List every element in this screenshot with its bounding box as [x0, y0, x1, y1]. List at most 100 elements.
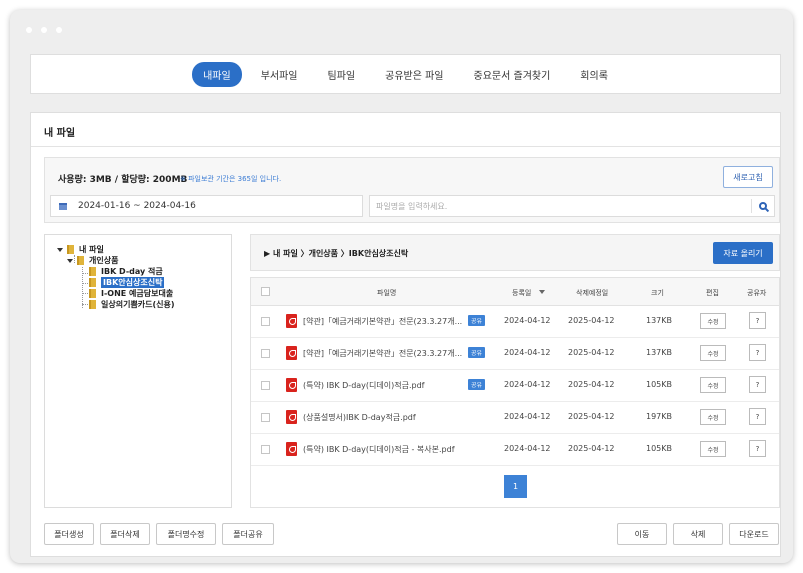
folder-icon: [89, 300, 96, 309]
delete-date: 2025-04-12: [568, 380, 615, 389]
file-name[interactable]: (상품설명서)IBK D-day적금.pdf: [303, 412, 416, 423]
row-checkbox[interactable]: [261, 349, 270, 358]
row-checkbox[interactable]: [261, 317, 270, 326]
file-name[interactable]: (특약) IBK D-day(디데이)적금 - 복사본.pdf: [303, 444, 455, 455]
tab-my-files[interactable]: 내파일: [192, 61, 242, 87]
folder-rename-button[interactable]: 폴더명수정: [156, 523, 216, 545]
column-reg-date[interactable]: 등록일: [512, 288, 531, 298]
usage-text: 사용량: 3MB / 할당량: 200MB: [58, 175, 188, 185]
column-sharer: 공유자: [747, 289, 767, 297]
breadcrumb: ▶ 내 파일 〉개인상품 〉IBK안심상조신탁: [264, 249, 409, 258]
table-row[interactable]: (상품설명서)IBK D-day적금.pdf 2024-04-12 2025-0…: [251, 402, 779, 434]
delete-date: 2025-04-12: [568, 348, 615, 357]
tree-item-deposit-loan[interactable]: I-ONE 예금담보대출: [89, 288, 173, 299]
file-table: 파일명 등록일 삭제예정일 크기 편집 공유자 [약관]「예금거래기본약관」전문…: [250, 277, 780, 508]
tree-label: IBK D-day 적금: [101, 267, 163, 276]
divider: [751, 199, 752, 213]
sharer-button[interactable]: ?: [749, 376, 766, 393]
tree-label: 일상의기쁨카드(신용): [101, 300, 175, 309]
sharer-button[interactable]: ?: [749, 408, 766, 425]
column-edit: 편집: [706, 289, 719, 297]
tab-favorites[interactable]: 중요문서 즐겨찾기: [463, 62, 562, 87]
folder-share-button[interactable]: 폴더공유: [222, 523, 274, 545]
column-filename: 파일명: [377, 289, 397, 297]
tree-connector: [82, 283, 88, 284]
move-button[interactable]: 이동: [617, 523, 667, 545]
tree-item-credit-card[interactable]: 일상의기쁨카드(신용): [89, 299, 175, 310]
tree-item-dday-savings[interactable]: IBK D-day 적금: [89, 266, 163, 277]
pdf-icon: [286, 378, 297, 392]
search-input[interactable]: [376, 201, 736, 211]
date-range-value: 2024-01-16 ~ 2024-04-16: [78, 201, 196, 211]
tab-shared-files[interactable]: 공유받은 파일: [374, 62, 454, 87]
pdf-icon: [286, 346, 297, 360]
select-all-checkbox[interactable]: [261, 287, 270, 296]
tree-label: I-ONE 예금담보대출: [101, 289, 174, 298]
file-size: 197KB: [646, 412, 673, 421]
row-checkbox[interactable]: [261, 381, 270, 390]
tree-root[interactable]: 내 파일: [57, 244, 104, 255]
folder-icon: [89, 278, 96, 287]
tree-item-funeral-trust[interactable]: IBK안심상조신탁: [89, 277, 165, 288]
folder-delete-button[interactable]: 폴더삭제: [100, 523, 150, 545]
table-row[interactable]: [약관]「예금거래기본약관」전문(23.3.27개... 공유 2024-04-…: [251, 338, 779, 370]
search-icon[interactable]: [759, 202, 767, 210]
sharer-button[interactable]: ?: [749, 312, 766, 329]
file-area: ▶ 내 파일 〉개인상품 〉IBK안심상조신탁 자료 올리기 파일명 등록일 삭…: [250, 234, 780, 508]
pdf-icon: [286, 314, 297, 328]
date-range-field[interactable]: 2024-01-16 ~ 2024-04-16: [50, 195, 363, 217]
page-title: 내 파일: [44, 128, 76, 139]
file-size: 105KB: [646, 380, 673, 389]
tab-team-files[interactable]: 팀파일: [317, 62, 367, 87]
edit-button[interactable]: 수정: [700, 377, 726, 393]
tree-item-personal-products[interactable]: 개인상품: [67, 255, 118, 266]
page-button[interactable]: 1: [504, 475, 527, 498]
caret-down-icon[interactable]: [67, 258, 73, 263]
delete-date: 2025-04-12: [568, 316, 615, 325]
table-row[interactable]: [약관]「예금거래기본약관」전문(23.3.27개... 공유 2024-04-…: [251, 306, 779, 338]
column-delete-date: 삭제예정일: [576, 289, 609, 297]
sharer-button[interactable]: ?: [749, 344, 766, 361]
sharer-button[interactable]: ?: [749, 440, 766, 457]
window-dot[interactable]: [26, 27, 32, 33]
folder-create-button[interactable]: 폴더생성: [44, 523, 94, 545]
divider: [31, 146, 780, 147]
sort-down-icon[interactable]: [539, 290, 545, 294]
tab-minutes[interactable]: 회의록: [569, 62, 619, 87]
tree-connector: [82, 293, 88, 294]
refresh-button[interactable]: 새로고침: [723, 166, 773, 188]
tab-department-files[interactable]: 부서파일: [250, 62, 309, 87]
window-dot[interactable]: [56, 27, 62, 33]
tree-connector: [82, 273, 88, 274]
file-name[interactable]: [약관]「예금거래기본약관」전문(23.3.27개...: [303, 348, 462, 359]
table-header: 파일명 등록일 삭제예정일 크기 편집 공유자: [251, 278, 779, 306]
reg-date: 2024-04-12: [504, 316, 551, 325]
edit-button[interactable]: 수정: [700, 313, 726, 329]
row-checkbox[interactable]: [261, 445, 270, 454]
window-dot[interactable]: [41, 27, 47, 33]
calendar-icon: [59, 202, 67, 210]
folder-tree: 내 파일 개인상품 IBK D-day 적금 IBK안심상조신탁 I-ONE 예…: [44, 234, 232, 508]
search-field: [369, 195, 775, 217]
table-row[interactable]: (특약) IBK D-day(디데이)적금 - 복사본.pdf 2024-04-…: [251, 434, 779, 466]
download-button[interactable]: 다운로드: [729, 523, 779, 545]
folder-icon: [77, 256, 84, 265]
window-controls: [26, 27, 62, 33]
pdf-icon: [286, 410, 297, 424]
file-name[interactable]: [약관]「예금거래기본약관」전문(23.3.27개...: [303, 316, 462, 327]
table-row[interactable]: (특약) IBK D-day(디데이)적금.pdf 공유 2024-04-12 …: [251, 370, 779, 402]
browser-window: 내파일 부서파일 팀파일 공유받은 파일 중요문서 즐겨찾기 회의록 내 파일 …: [10, 10, 793, 563]
caret-down-icon[interactable]: [57, 247, 63, 252]
edit-button[interactable]: 수정: [700, 441, 726, 457]
file-name[interactable]: (특약) IBK D-day(디데이)적금.pdf: [303, 380, 424, 391]
folder-icon: [67, 245, 74, 254]
delete-button[interactable]: 삭제: [673, 523, 723, 545]
pdf-icon: [286, 442, 297, 456]
row-checkbox[interactable]: [261, 413, 270, 422]
upload-button[interactable]: 자료 올리기: [713, 242, 773, 264]
retention-note: ※ 파일보관 기간은 365일 입니다.: [180, 175, 282, 183]
tree-connector: [82, 304, 88, 305]
edit-button[interactable]: 수정: [700, 409, 726, 425]
reg-date: 2024-04-12: [504, 380, 551, 389]
edit-button[interactable]: 수정: [700, 345, 726, 361]
